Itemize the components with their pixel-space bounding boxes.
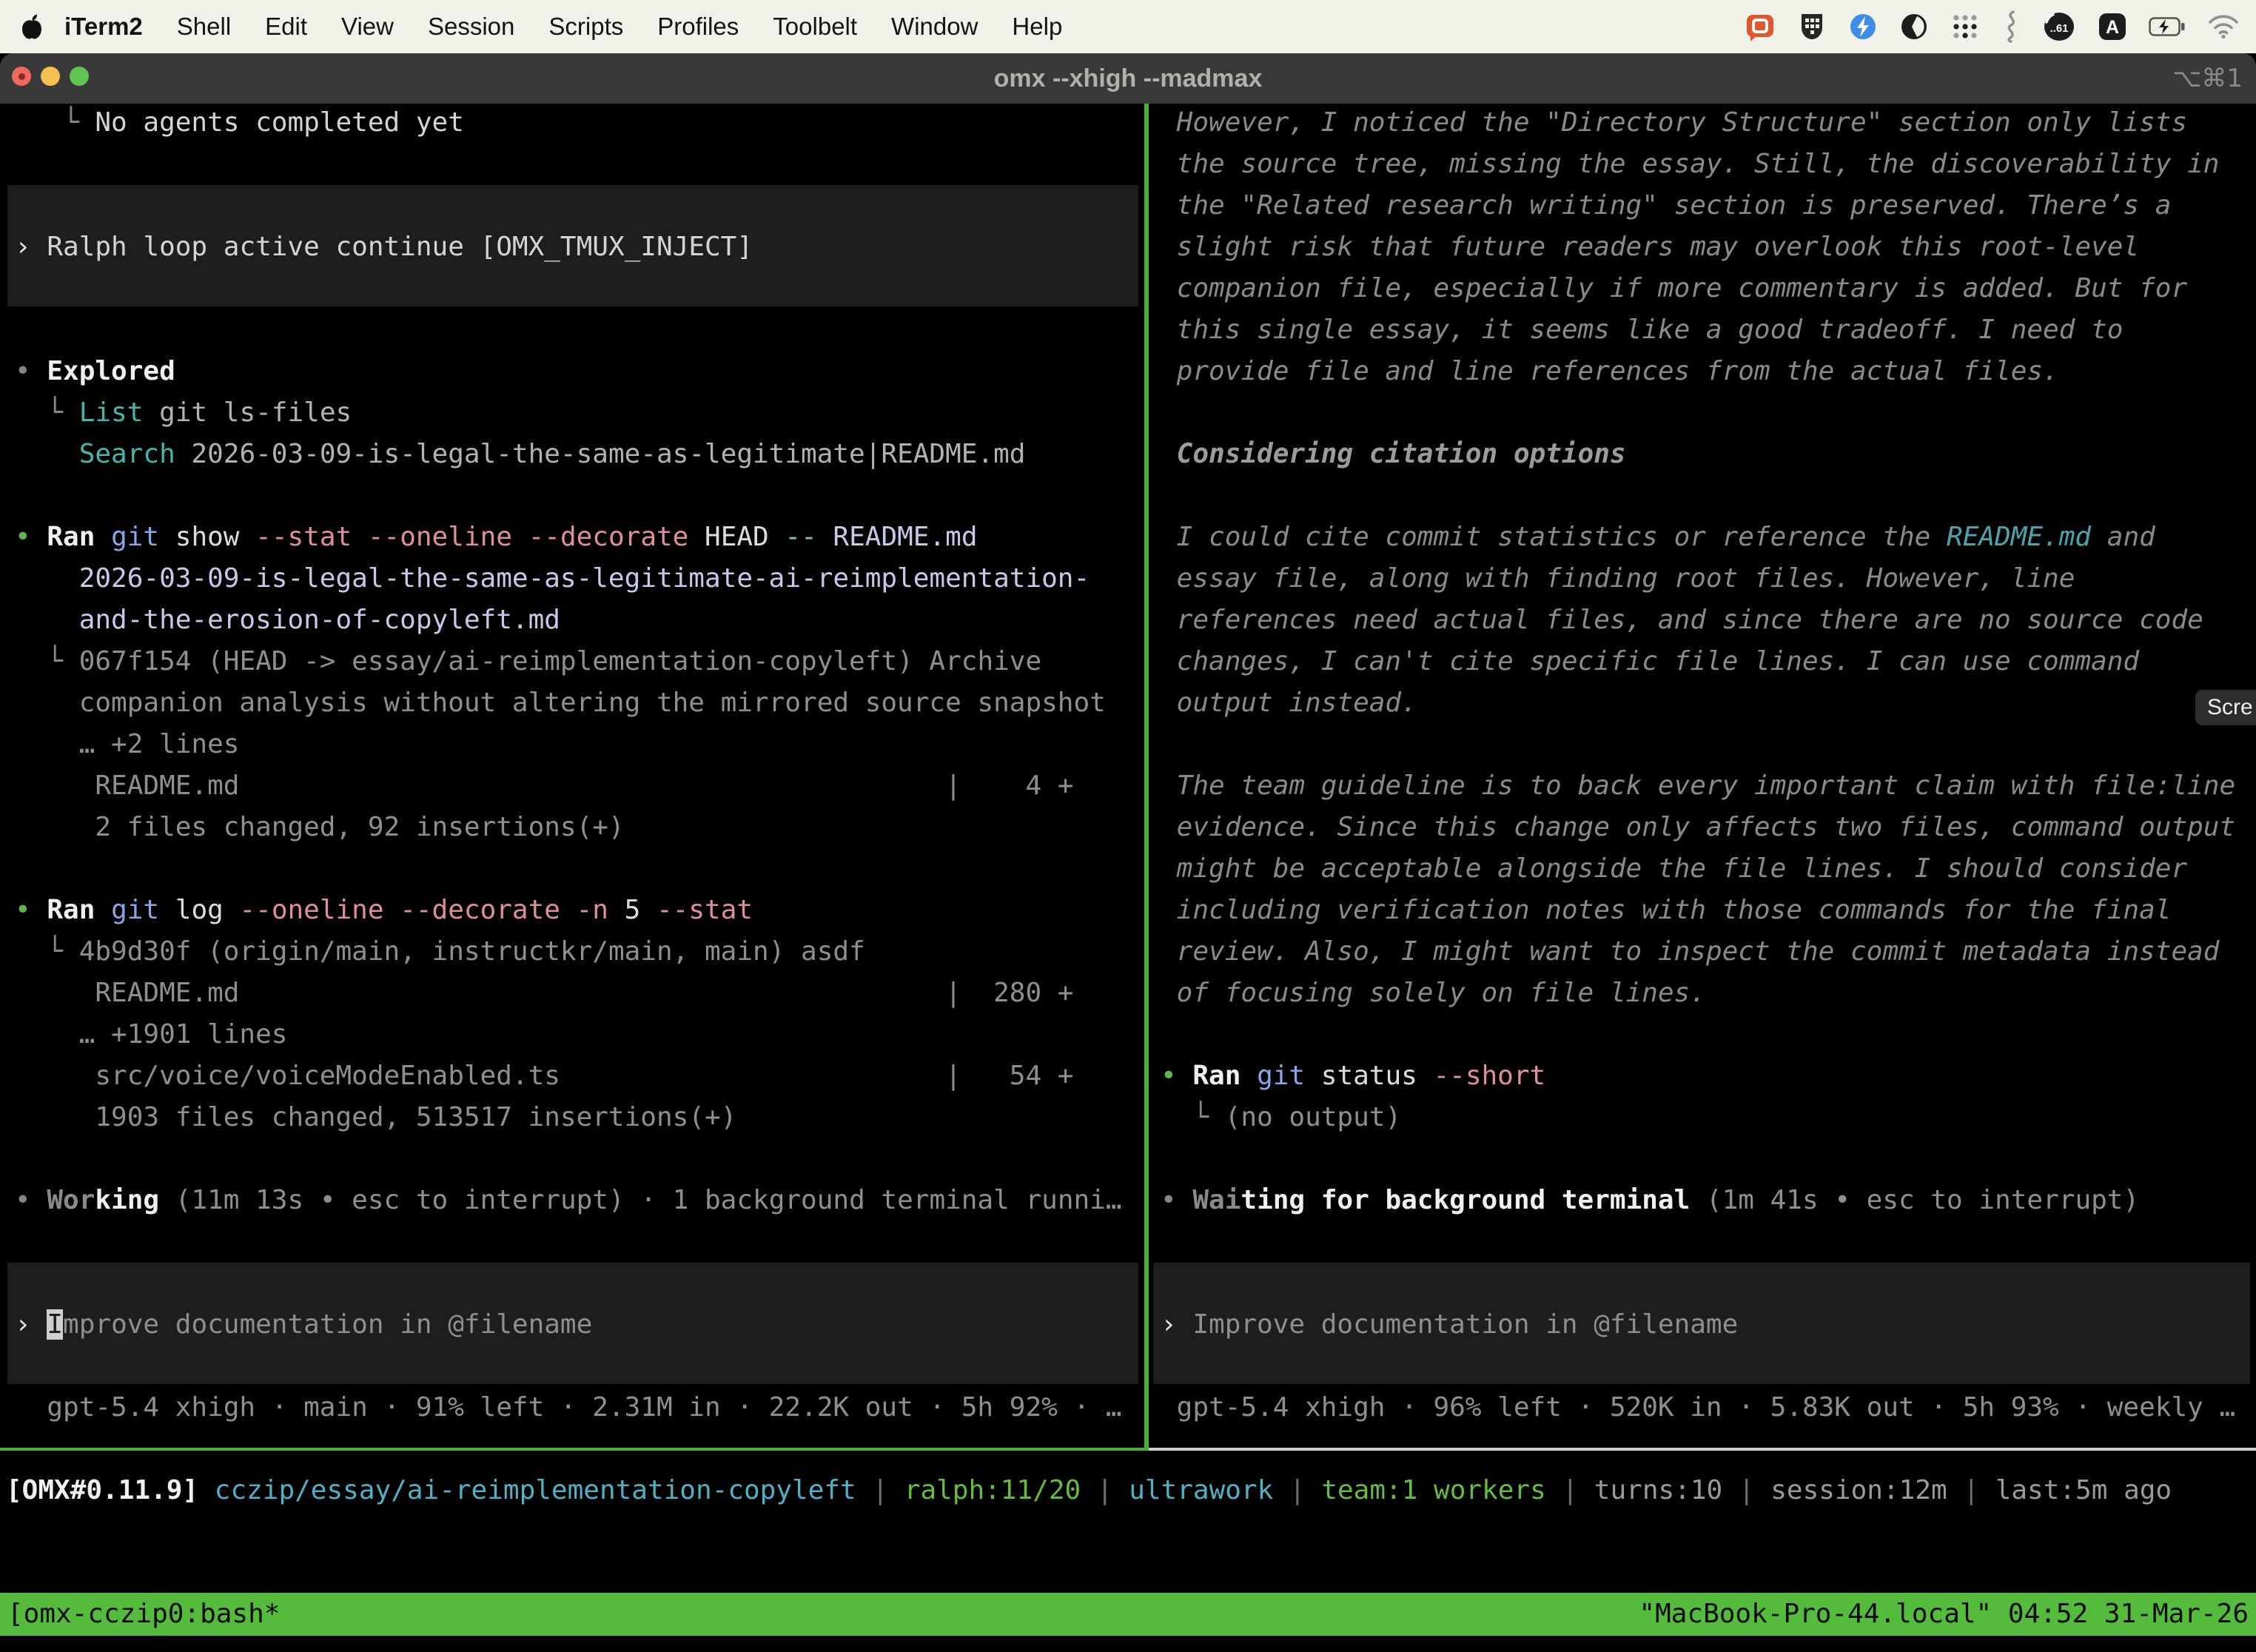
- window-title-bar[interactable]: omx --xhigh --madmax ⌥⌘1: [0, 53, 2256, 104]
- menu-item-edit[interactable]: Edit: [248, 13, 324, 41]
- terminal-line: companion analysis without altering the …: [0, 682, 1144, 724]
- screen-tooltip: Scre: [2195, 690, 2256, 725]
- svg-text:A: A: [2106, 17, 2119, 38]
- pane-border-bottom-right: [1149, 1448, 2256, 1451]
- terminal-line: └ (no output): [1149, 1097, 2256, 1138]
- terminal-line: … +2 lines: [0, 724, 1144, 765]
- terminal-line: gpt-5.4 xhigh · 96% left · 520K in · 5.8…: [1149, 1387, 2256, 1428]
- terminal-line: src/voice/voiceModeEnabled.ts | 54 +: [0, 1055, 1144, 1097]
- menu-item-iterm2[interactable]: iTerm2: [47, 13, 160, 41]
- svg-text:..61: ..61: [2049, 22, 2068, 35]
- apple-menu-icon[interactable]: [21, 13, 43, 40]
- terminal-line: 2 files changed, 92 insertions(+): [0, 807, 1144, 848]
- terminal-line: └ 067f154 (HEAD -> essay/ai-reimplementa…: [0, 641, 1144, 682]
- terminal-line: the "Related research writing" section i…: [1149, 185, 2256, 226]
- terminal-line: might be acceptable alongside the file l…: [1149, 848, 2256, 890]
- omx-status-line: [OMX#0.11.9] cczip/essay/ai-reimplementa…: [6, 1470, 2172, 1511]
- terminal-line: › Improve documentation in @filename: [0, 1304, 1144, 1346]
- terminal-line: • Explored: [0, 351, 1144, 392]
- terminal-line: └ 4b9d30f (origin/main, instructkr/main,…: [0, 931, 1144, 973]
- tmux-status-bar: [omx-cczip0:bash* "MacBook-Pro-44.local"…: [0, 1593, 2256, 1636]
- menu-item-window[interactable]: Window: [874, 13, 995, 41]
- terminal-line: • Ran git status --short: [1149, 1055, 2256, 1097]
- menu-item-help[interactable]: Help: [995, 13, 1079, 41]
- keymapp-icon[interactable]: [1797, 11, 1827, 42]
- squiggle-icon[interactable]: [2001, 10, 2021, 44]
- menu-items: iTerm2ShellEditViewSessionScriptsProfile…: [47, 13, 1079, 41]
- menu-status-icons: ..61 A: [1745, 10, 2256, 44]
- terminal-line: › Improve documentation in @filename: [1149, 1304, 2256, 1346]
- traffic-lights: [12, 67, 89, 86]
- terminal-line: the source tree, missing the essay. Stil…: [1149, 144, 2256, 185]
- terminal-line: I could cite commit statistics or refere…: [1149, 517, 2256, 558]
- badge-61-icon[interactable]: ..61: [2042, 11, 2076, 42]
- terminal-line: However, I noticed the "Directory Struct…: [1149, 102, 2256, 144]
- terminal-line: changes, I can't cite specific file line…: [1149, 641, 2256, 682]
- terminal-line: • Waiting for background terminal (1m 41…: [1149, 1180, 2256, 1221]
- screen-tooltip-label: Scre: [2207, 695, 2253, 720]
- screen-recording-icon[interactable]: [1745, 11, 1776, 42]
- terminal-line: README.md | 4 +: [0, 765, 1144, 807]
- tmux-pane-left[interactable]: └ No agents completed yet › Ralph loop ac…: [0, 102, 1144, 1449]
- menu-item-toolbelt[interactable]: Toolbelt: [756, 13, 874, 41]
- terminal-line: Search 2026-03-09-is-legal-the-same-as-l…: [0, 434, 1144, 475]
- window-title: omx --xhigh --madmax: [994, 64, 1263, 93]
- loop-icon[interactable]: [1899, 12, 1929, 41]
- terminal-line: └ List git ls-files: [0, 392, 1144, 434]
- menu-item-shell[interactable]: Shell: [160, 13, 248, 41]
- terminal-line: gpt-5.4 xhigh · main · 91% left · 2.31M …: [0, 1387, 1144, 1428]
- terminal-line: 1903 files changed, 513517 insertions(+): [0, 1097, 1144, 1138]
- menu-item-profiles[interactable]: Profiles: [640, 13, 756, 41]
- terminal-line: of focusing solely on file lines.: [1149, 973, 2256, 1014]
- terminal-line: README.md | 280 +: [0, 973, 1144, 1014]
- terminal-line: output instead.: [1149, 682, 2256, 724]
- desktop: iTerm2ShellEditViewSessionScriptsProfile…: [0, 0, 2256, 1652]
- menu-item-session[interactable]: Session: [411, 13, 531, 41]
- terminal-line: slight risk that future readers may over…: [1149, 226, 2256, 268]
- terminal-line: essay file, along with finding root file…: [1149, 558, 2256, 600]
- terminal-line: 2026-03-09-is-legal-the-same-as-legitima…: [0, 558, 1144, 600]
- window-shortcut-badge: ⌥⌘1: [2172, 53, 2243, 104]
- terminal-line: Considering citation options: [1149, 434, 2256, 475]
- terminal-line: • Ran git show --stat --oneline --decora…: [0, 517, 1144, 558]
- terminal-line: The team guideline is to back every impo…: [1149, 765, 2256, 807]
- terminal-line: evidence. Since this change only affects…: [1149, 807, 2256, 848]
- battery-icon[interactable]: [2149, 17, 2186, 36]
- menu-item-scripts[interactable]: Scripts: [531, 13, 640, 41]
- menu-item-view[interactable]: View: [324, 13, 411, 41]
- alfred-icon[interactable]: [1848, 12, 1878, 41]
- terminal-line: └ No agents completed yet: [0, 102, 1144, 144]
- wifi-icon[interactable]: [2207, 14, 2240, 39]
- input-source-icon[interactable]: A: [2098, 12, 2127, 41]
- menu-bar: iTerm2ShellEditViewSessionScriptsProfile…: [0, 0, 2256, 53]
- terminal-line: and-the-erosion-of-copyleft.md: [0, 600, 1144, 641]
- terminal-line: review. Also, I might want to inspect th…: [1149, 931, 2256, 973]
- tmux-host-clock: "MacBook-Pro-44.local" 04:52 31-Mar-26: [1639, 1593, 2249, 1636]
- pane-divider-vertical[interactable]: [1144, 104, 1149, 1449]
- terminal-line: • Ran git log --oneline --decorate -n 5 …: [0, 890, 1144, 931]
- tmux-session-label: [omx-cczip0:bash*: [7, 1593, 280, 1636]
- tmux-pane-right[interactable]: However, I noticed the "Directory Struct…: [1149, 102, 2256, 1449]
- close-button[interactable]: [12, 67, 31, 86]
- minimize-button[interactable]: [41, 67, 60, 86]
- zoom-button[interactable]: [70, 67, 89, 86]
- terminal-line: • Working (11m 13s • esc to interrupt) ·…: [0, 1180, 1144, 1221]
- grid-dots-icon[interactable]: [1950, 12, 1980, 41]
- terminal-line: including verification notes with those …: [1149, 890, 2256, 931]
- terminal-line: › Ralph loop active continue [OMX_TMUX_I…: [0, 226, 1144, 268]
- terminal-line: provide file and line references from th…: [1149, 351, 2256, 392]
- terminal-line: … +1901 lines: [0, 1014, 1144, 1055]
- pane-border-bottom-left: [0, 1448, 1149, 1451]
- terminal-line: companion file, especially if more comme…: [1149, 268, 2256, 309]
- terminal-line: this single essay, it seems like a good …: [1149, 309, 2256, 351]
- terminal-line: references need actual files, and since …: [1149, 600, 2256, 641]
